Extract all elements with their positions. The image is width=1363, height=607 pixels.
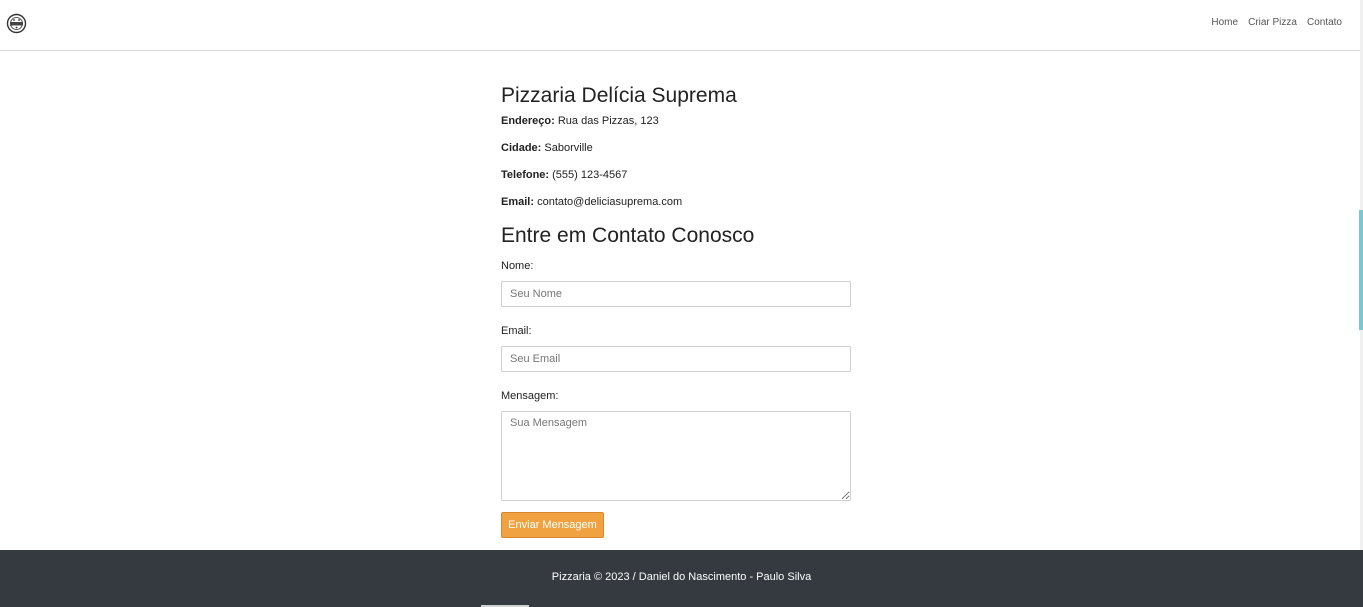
email-line: Email: contato@deliciasuprema.com xyxy=(501,195,853,209)
email-value: contato@deliciasuprema.com xyxy=(537,196,683,208)
nav-link-contato[interactable]: Contato xyxy=(1307,17,1342,28)
address-line: Endereço: Rua das Pizzas, 123 xyxy=(501,114,853,128)
email-input[interactable] xyxy=(501,346,851,372)
nav-link-home[interactable]: Home xyxy=(1211,17,1238,28)
email-field-label: Email: xyxy=(501,325,532,337)
footer-text: Pizzaria © 2023 / Daniel do Nascimento -… xyxy=(551,571,812,583)
main-content: Pizzaria Delícia Suprema Endereço: Rua d… xyxy=(501,82,853,538)
address-value: Rua das Pizzas, 123 xyxy=(557,115,659,127)
send-message-button[interactable]: Enviar Mensagem xyxy=(501,512,604,538)
city-label: Cidade: xyxy=(501,142,542,154)
page-footer: Pizzaria © 2023 / Daniel do Nascimento -… xyxy=(0,550,1363,607)
contact-form-title: Entre em Contato Conosco xyxy=(501,224,755,247)
city-line: Cidade: Saborville xyxy=(501,141,853,155)
name-label: Nome: xyxy=(501,260,534,272)
phone-line: Telefone: (555) 123-4567 xyxy=(501,168,853,182)
name-input[interactable] xyxy=(501,281,851,307)
pizzeria-name: Pizzaria Delícia Suprema xyxy=(501,84,737,107)
page-scrollbar-thumb[interactable] xyxy=(1359,210,1363,330)
contact-form: Nome: Email: Mensagem: Enviar Mensagem xyxy=(501,259,853,538)
main-nav: Home Criar Pizza Contato xyxy=(1211,17,1342,28)
phone-value: (555) 123-4567 xyxy=(552,169,628,181)
pizza-logo-icon[interactable] xyxy=(6,13,27,34)
nav-link-criar-pizza[interactable]: Criar Pizza xyxy=(1248,17,1297,28)
message-textarea[interactable] xyxy=(501,411,851,501)
message-label: Mensagem: xyxy=(501,390,559,402)
city-value: Saborville xyxy=(544,142,593,154)
top-navbar: Home Criar Pizza Contato xyxy=(0,0,1360,51)
phone-label: Telefone: xyxy=(501,169,550,181)
email-label: Email: xyxy=(501,196,535,208)
address-label: Endereço: xyxy=(501,115,555,127)
